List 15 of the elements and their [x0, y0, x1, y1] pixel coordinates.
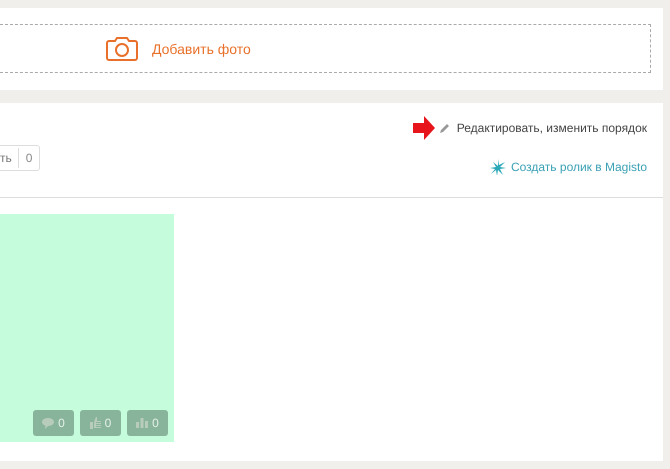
counter-button[interactable]: ть 0	[0, 145, 40, 171]
camera-icon	[106, 36, 138, 62]
pencil-icon	[438, 122, 450, 134]
views-stat[interactable]: 0	[127, 410, 168, 436]
bar-chart-icon	[136, 418, 148, 428]
speech-bubble-icon	[42, 418, 54, 428]
arrow-icon	[412, 116, 435, 140]
edit-link[interactable]: Редактировать, изменить порядок	[456, 121, 647, 135]
magisto-link[interactable]: Создать ролик в Magisto	[510, 160, 647, 174]
photo-tile[interactable]: 0 0 0	[0, 214, 174, 442]
upload-area[interactable]: Добавить фото	[0, 24, 651, 73]
add-photo-label: Добавить фото	[152, 40, 251, 56]
likes-stat[interactable]: 0	[80, 410, 121, 436]
thumbs-up-icon	[90, 417, 101, 429]
comments-stat[interactable]: 0	[33, 410, 74, 436]
